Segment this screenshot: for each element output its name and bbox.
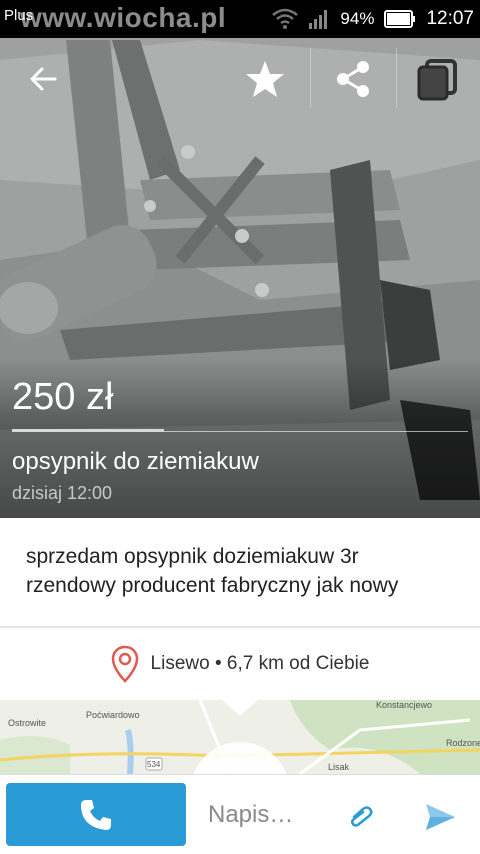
map-place-label: Poćwiardowo xyxy=(86,710,140,720)
toolbar-divider xyxy=(310,48,311,108)
favorite-button[interactable] xyxy=(236,50,294,108)
road-number: 534 xyxy=(147,760,161,769)
arrow-left-icon xyxy=(30,67,57,91)
status-icons: 94% 12:07 xyxy=(272,0,474,38)
map-place-label: Lisak xyxy=(328,762,350,772)
message-input[interactable] xyxy=(208,797,338,833)
bottom-action-bar xyxy=(0,774,480,854)
send-button[interactable] xyxy=(420,797,460,837)
watermark: www.wiocha.pl xyxy=(20,2,227,33)
clock: 12:07 xyxy=(426,8,474,29)
share-icon xyxy=(337,61,369,97)
copy-icon xyxy=(417,59,457,101)
copy-button[interactable] xyxy=(408,50,466,108)
signal-icon xyxy=(309,10,328,29)
map-place-label: Konstancjewo xyxy=(376,700,433,710)
attach-button[interactable] xyxy=(344,799,378,833)
toolbar-divider xyxy=(396,48,397,108)
listing-date: dzisiaj 12:00 xyxy=(12,483,113,503)
price-divider-accent xyxy=(12,429,164,432)
map-place-label: Rodzone xyxy=(446,738,480,748)
map-place-label: Ostrowite xyxy=(8,718,47,728)
back-button[interactable] xyxy=(14,50,72,108)
send-icon xyxy=(426,804,455,830)
listing-title: opsypnik do ziemiakuw xyxy=(12,448,259,475)
paperclip-icon xyxy=(350,806,373,827)
listing-price: 250 zł xyxy=(12,376,114,418)
location-row[interactable]: Lisewo • 6,7 km od Ciebie xyxy=(0,628,480,700)
listing-description: sprzedam opsypnik doziemiakuw 3r rzendow… xyxy=(0,518,480,626)
wifi-icon xyxy=(272,8,299,29)
location-label: Lisewo • 6,7 km od Ciebie xyxy=(150,653,370,674)
star-icon xyxy=(246,61,284,97)
call-button[interactable] xyxy=(6,783,186,846)
battery-icon xyxy=(384,10,416,28)
map-pointer xyxy=(222,700,258,716)
battery-percent: 94% xyxy=(340,9,375,28)
status-bar: Plus www.wiocha.pl 94% 12:07 xyxy=(0,0,480,38)
map-pin-icon xyxy=(111,645,139,683)
phone-icon xyxy=(81,799,111,830)
share-button[interactable] xyxy=(324,50,382,108)
